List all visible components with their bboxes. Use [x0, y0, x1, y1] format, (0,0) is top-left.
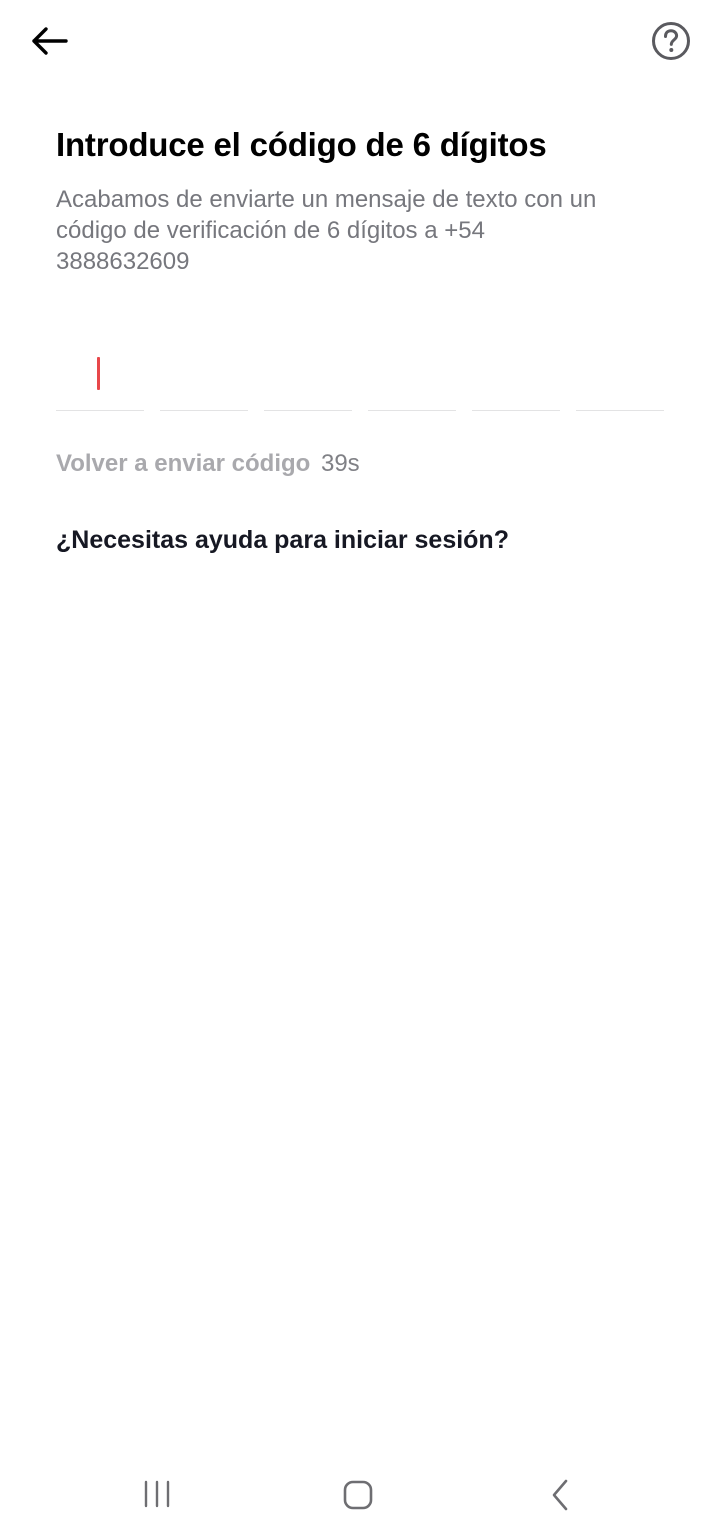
system-back-button[interactable]	[540, 1475, 580, 1515]
code-digit-1[interactable]	[56, 340, 144, 411]
question-circle-icon	[652, 22, 690, 60]
resend-code-button[interactable]: Volver a enviar código	[56, 450, 310, 477]
recents-button[interactable]	[136, 1477, 178, 1511]
recents-icon	[144, 1480, 170, 1508]
help-button[interactable]	[648, 18, 694, 64]
system-navigation-bar	[0, 1455, 720, 1535]
home-icon	[343, 1480, 373, 1510]
code-digit-3[interactable]	[264, 340, 352, 411]
page-title: Introduce el código de 6 dígitos	[56, 126, 547, 163]
resend-code-row: Volver a enviar código 39s	[56, 450, 360, 478]
back-button[interactable]	[26, 18, 72, 64]
code-digit-2[interactable]	[160, 340, 248, 411]
text-caret	[97, 357, 100, 390]
arrow-left-icon	[32, 27, 68, 55]
code-digit-5[interactable]	[472, 340, 560, 411]
code-digit-6[interactable]	[576, 340, 664, 411]
home-button[interactable]	[336, 1475, 380, 1515]
page-subtitle: Acabamos de enviarte un mensaje de texto…	[56, 186, 597, 275]
login-help-link[interactable]: ¿Necesitas ayuda para iniciar sesión?	[56, 526, 509, 555]
chevron-left-icon	[552, 1479, 568, 1511]
code-input-group	[56, 340, 664, 412]
resend-countdown: 39s	[320, 450, 360, 477]
code-digit-4[interactable]	[368, 340, 456, 411]
